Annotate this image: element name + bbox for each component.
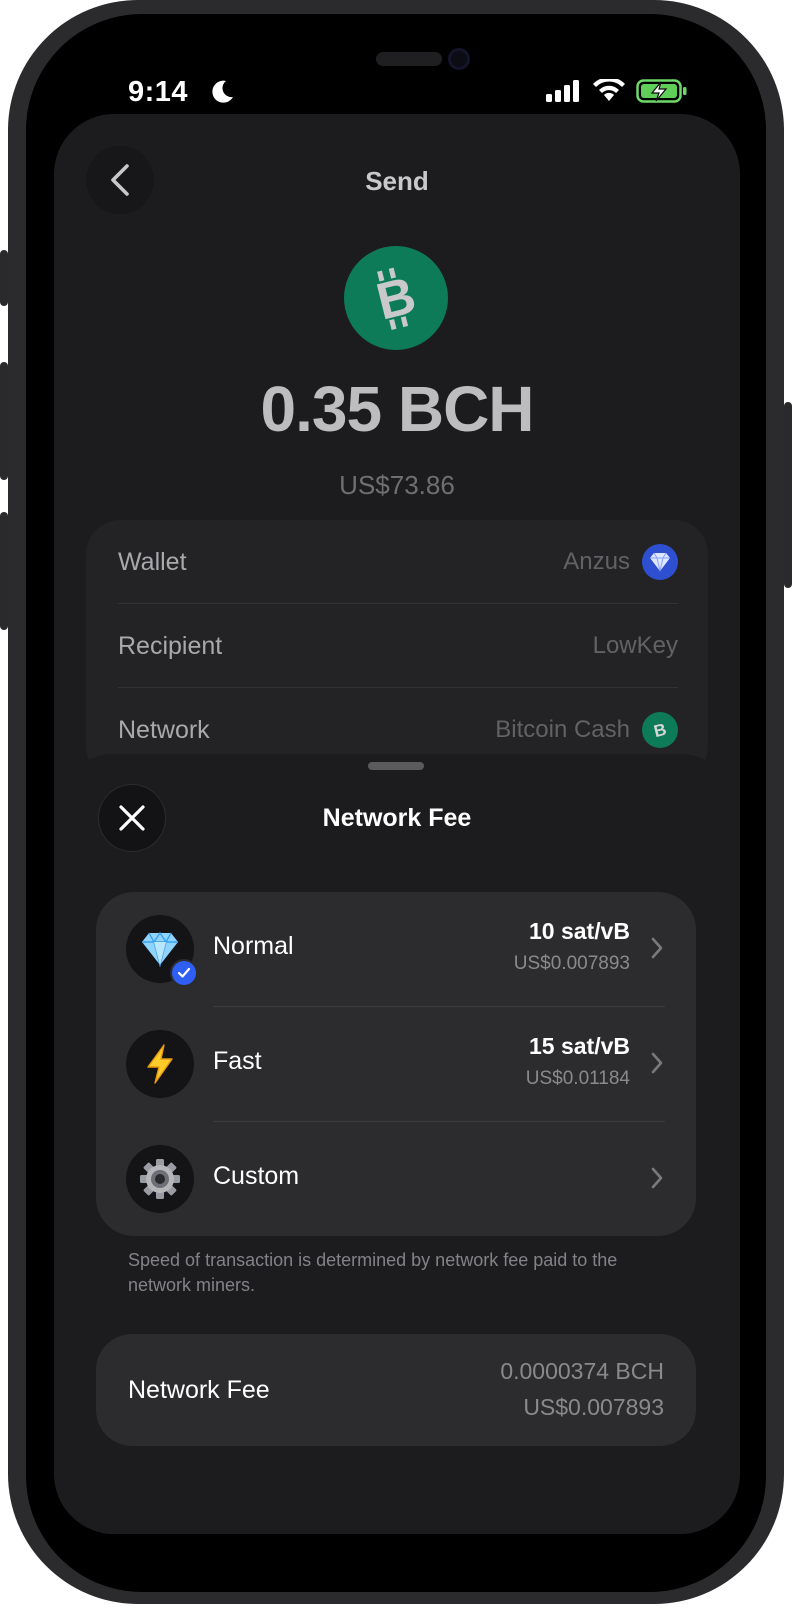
network-name: Bitcoin Cash — [495, 716, 630, 743]
fee-option-normal[interactable]: Normal 10 sat/vB US$0.007893 — [96, 892, 696, 1006]
network-fee-summary: Network Fee 0.0000374 BCH US$0.007893 — [96, 1334, 696, 1446]
dynamic-island — [356, 48, 476, 70]
page-title: Send — [365, 166, 429, 196]
gear-emoji-icon — [126, 1145, 194, 1213]
cellular-signal-icon — [546, 80, 579, 102]
selected-check-icon — [170, 959, 198, 987]
screen: 9:14 Send B 0.35 BCH US$73.86 Wallet Anz… — [26, 14, 766, 1592]
moon-icon — [212, 80, 233, 103]
send-screen: Send B 0.35 BCH US$73.86 Wallet Anzus Re… — [54, 114, 740, 1534]
fee-usd: US$0.007893 — [513, 953, 630, 974]
bitcoin-cash-logo: B — [642, 712, 678, 748]
volume-up-button — [0, 362, 8, 480]
fee-option-label: Fast — [213, 1047, 262, 1075]
fee-option-fast[interactable]: Fast 15 sat/vB US$0.01184 — [96, 1007, 696, 1121]
status-icons — [546, 78, 688, 104]
fee-option-custom[interactable]: Custom — [96, 1122, 696, 1236]
chevron-right-icon — [651, 1167, 663, 1189]
battery-charging-icon — [636, 79, 687, 103]
detail-label: Network — [118, 715, 210, 744]
diamond-icon — [642, 544, 678, 580]
transaction-details: Wallet Anzus Recipient LowKey Network Bi… — [86, 520, 708, 780]
sheet-title: Network Fee — [322, 804, 472, 832]
chevron-right-icon — [651, 1052, 663, 1074]
network-fee-sheet: Network Fee Normal 10 sat/vB US$0.007893… — [66, 754, 728, 1534]
detail-row-wallet: Wallet Anzus — [118, 520, 678, 604]
bitcoin-cash-logo: B — [344, 246, 448, 350]
fee-option-label: Custom — [213, 1162, 300, 1190]
detail-row-recipient: Recipient LowKey — [118, 604, 678, 688]
fee-rate: 10 sat/vB — [528, 918, 630, 944]
send-summary: Send B 0.35 BCH US$73.86 Wallet Anzus Re… — [54, 114, 740, 780]
wallet-name: Anzus — [563, 548, 630, 575]
fee-rate: 15 sat/vB — [528, 1033, 630, 1059]
summary-fee-usd: US$0.007893 — [523, 1394, 664, 1420]
send-amount-usd: US$73.86 — [339, 470, 455, 500]
summary-label: Network Fee — [128, 1376, 270, 1404]
chevron-right-icon — [651, 937, 663, 959]
wifi-icon — [593, 79, 625, 101]
status-time: 9:14 — [128, 76, 189, 108]
lightning-emoji-icon — [126, 1030, 194, 1098]
power-button — [784, 402, 792, 588]
detail-label: Recipient — [118, 631, 223, 660]
summary-fee-bch: 0.0000374 BCH — [500, 1358, 664, 1384]
send-amount: 0.35 BCH — [260, 373, 535, 445]
recipient-name: LowKey — [592, 632, 678, 659]
fee-usd: US$0.01184 — [525, 1068, 630, 1089]
fee-hint-text: Speed of transaction is determined by ne… — [128, 1250, 618, 1295]
svg-text:B: B — [652, 720, 669, 741]
mute-switch — [0, 250, 8, 306]
front-camera — [448, 48, 470, 70]
sheet-grabber[interactable] — [368, 762, 424, 770]
fee-option-label: Normal — [213, 932, 294, 960]
phone-frame: 9:14 Send B 0.35 BCH US$73.86 Wallet Anz… — [0, 0, 792, 1604]
detail-label: Wallet — [118, 547, 187, 576]
fee-options: Normal 10 sat/vB US$0.007893 Fast 15 sat… — [96, 892, 696, 1236]
volume-down-button — [0, 512, 8, 630]
detail-value: Anzus — [563, 544, 678, 580]
detail-value: Bitcoin Cash B — [495, 712, 678, 748]
